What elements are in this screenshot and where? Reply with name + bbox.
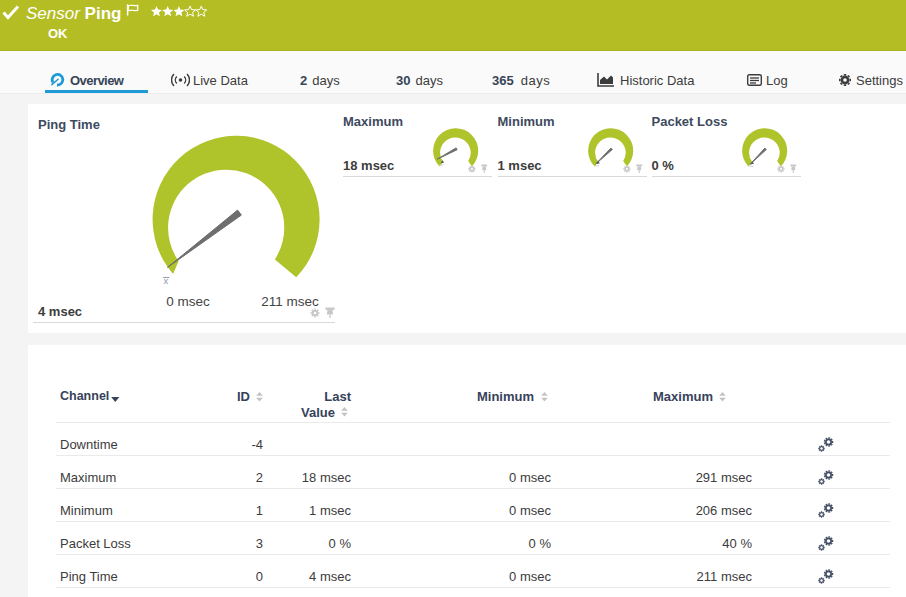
svg-text:x: x [164,275,169,286]
